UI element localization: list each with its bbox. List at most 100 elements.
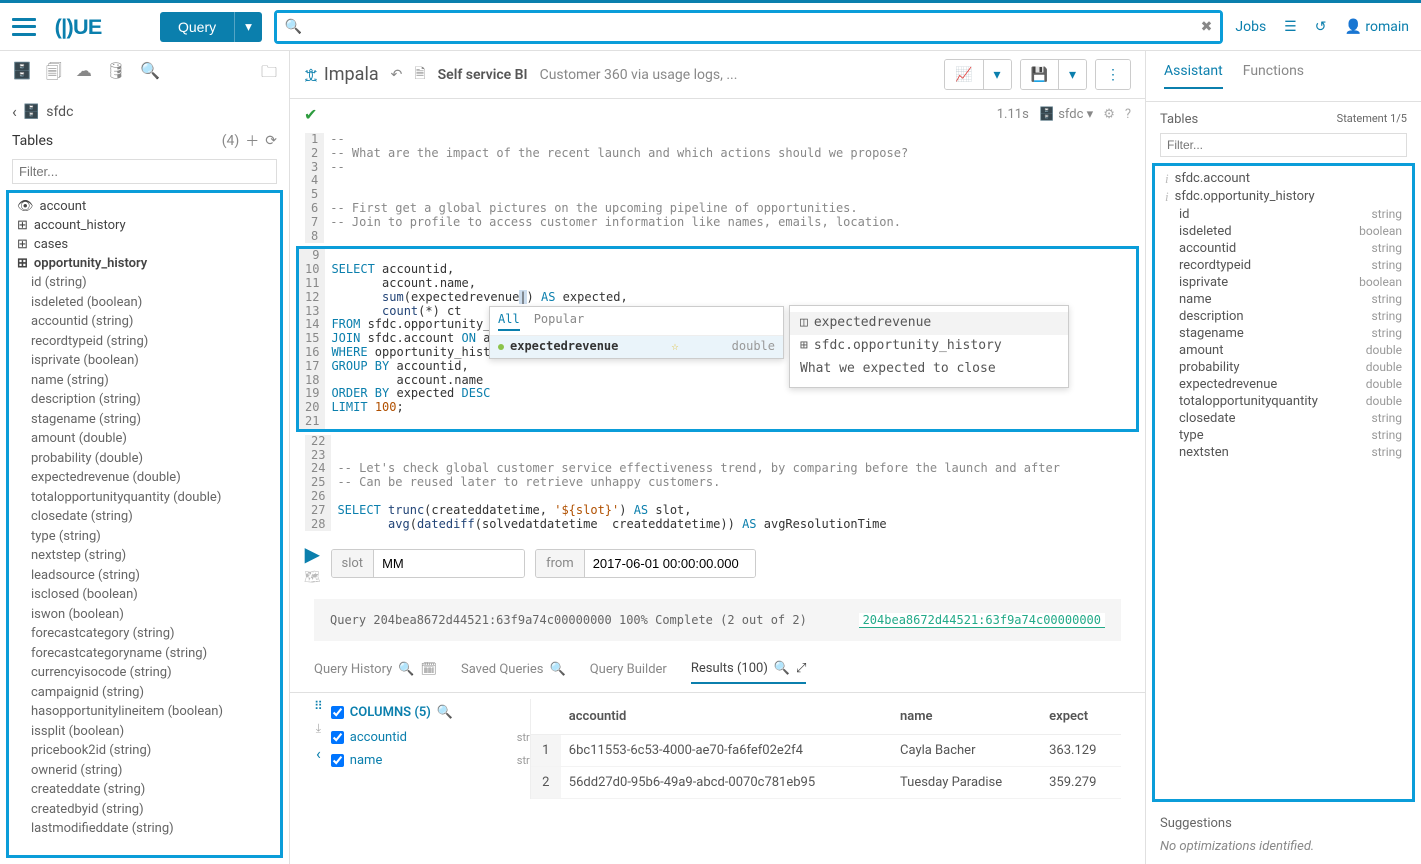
ac-item[interactable]: expectedrevenue ☆ double	[490, 336, 783, 358]
assist-column[interactable]: isdeletedboolean	[1161, 223, 1406, 240]
help-icon[interactable]: ?	[1125, 107, 1131, 122]
column-item[interactable]: iswon (boolean)	[13, 605, 276, 625]
column-item[interactable]: forecastcategoryname (string)	[13, 644, 276, 664]
column-item[interactable]: leadsource (string)	[13, 566, 276, 586]
assist-column[interactable]: recordtypeidstring	[1161, 257, 1406, 274]
column-item[interactable]: description (string)	[13, 390, 276, 410]
add-table-icon[interactable]: ＋	[245, 131, 259, 151]
table-item[interactable]: ⊞ opportunity_history	[13, 254, 276, 273]
assist-column[interactable]: stagenamestring	[1161, 325, 1406, 342]
assist-column[interactable]: idstring	[1161, 206, 1406, 223]
files-icon[interactable]: 🗐	[46, 61, 62, 88]
table-item[interactable]: 👁 account	[13, 197, 276, 216]
assist-column[interactable]: probabilitydouble	[1161, 359, 1406, 376]
grid-view-icon[interactable]: ⠿	[314, 699, 323, 713]
settings-icon[interactable]: ⚙	[1103, 107, 1115, 122]
column-item[interactable]: ownerid (string)	[13, 761, 276, 781]
column-item[interactable]: probability (double)	[13, 449, 276, 469]
column-item[interactable]: isdeleted (boolean)	[13, 293, 276, 313]
tab-assistant[interactable]: Assistant	[1164, 63, 1223, 89]
query-button[interactable]: Query	[160, 12, 234, 42]
column-checkbox[interactable]	[331, 754, 344, 767]
sql-editor-top[interactable]: 12345678---- What are the impact of the …	[302, 130, 1133, 246]
assist-column[interactable]: expectedrevenuedouble	[1161, 376, 1406, 393]
tab-query-history[interactable]: Query History 🔍 🗓	[314, 656, 437, 683]
column-item[interactable]: stagename (string)	[13, 410, 276, 430]
th-expected[interactable]: expect	[1041, 699, 1121, 735]
column-item[interactable]: createddate (string)	[13, 780, 276, 800]
th-name[interactable]: name	[892, 699, 1041, 735]
table-row[interactable]: 2 56dd27d0-95b6-49a9-abcd-0070c781eb95 T…	[531, 767, 1121, 799]
column-item[interactable]: recordtypeid (string)	[13, 332, 276, 352]
tab-saved-queries[interactable]: Saved Queries 🔍	[461, 656, 566, 683]
chart-caret[interactable]: ▾	[983, 60, 1011, 89]
db-icon[interactable]: 🗄️	[12, 61, 32, 88]
column-item[interactable]: hasopportunitylineitem (boolean)	[13, 702, 276, 722]
table-row[interactable]: 1 6bc11553-6c53-4000-ae70-fa6fef02e2f4 C…	[531, 735, 1121, 767]
download-icon[interactable]: ⤓	[316, 721, 321, 736]
assist-column[interactable]: typestring	[1161, 427, 1406, 444]
execute-button[interactable]: ▶	[305, 542, 320, 566]
query-dropdown-caret[interactable]: ▾	[234, 12, 262, 42]
column-item[interactable]: issplit (boolean)	[13, 722, 276, 742]
column-item[interactable]: forecastcategory (string)	[13, 624, 276, 644]
menu-toggle-icon[interactable]	[12, 18, 36, 36]
search-assist-icon[interactable]: 🔍	[140, 61, 160, 88]
save-caret[interactable]: ▾	[1058, 60, 1086, 89]
column-item[interactable]: amount (double)	[13, 429, 276, 449]
column-item[interactable]: pricebook2id (string)	[13, 741, 276, 761]
hdfs-icon[interactable]: ☁	[76, 61, 92, 88]
search-icon[interactable]: 🔍	[437, 705, 453, 720]
assist-column[interactable]: nextstenstring	[1161, 444, 1406, 461]
chart-button[interactable]: 📈	[945, 60, 982, 89]
from-input[interactable]	[585, 550, 755, 577]
column-item[interactable]: campaignid (string)	[13, 683, 276, 703]
column-item[interactable]: isclosed (boolean)	[13, 585, 276, 605]
table-item[interactable]: ⊞ account_history	[13, 216, 276, 235]
hue-logo[interactable]: (|)UE	[48, 14, 148, 40]
column-item[interactable]: lastmodifieddate (string)	[13, 819, 276, 839]
column-item[interactable]: closedate (string)	[13, 507, 276, 527]
th-accountid[interactable]: accountid	[561, 699, 892, 735]
ac-tab-popular[interactable]: Popular	[534, 311, 585, 331]
collections-icon[interactable]: 🗀	[261, 61, 277, 88]
columns-checkall[interactable]	[331, 706, 344, 719]
storage-icon[interactable]: 🛢	[106, 61, 126, 88]
refresh-tables-icon[interactable]: ⟳	[265, 133, 277, 149]
doc-title[interactable]: Self service BI	[438, 67, 528, 83]
query-id-link[interactable]: 204bea8672d44521:63f9a74c00000000	[859, 613, 1105, 628]
doc-icon[interactable]: 🗎	[414, 63, 425, 87]
jobs-link[interactable]: Jobs	[1235, 19, 1266, 35]
assist-table[interactable]: isfdc.account	[1161, 170, 1406, 188]
column-row[interactable]: accountidstr	[331, 726, 530, 749]
jobs-list-icon[interactable]: ☰	[1284, 19, 1297, 35]
column-item[interactable]: isprivate (boolean)	[13, 351, 276, 371]
collapse-icon[interactable]: ‹	[316, 744, 321, 763]
history-icon[interactable]: ↺	[1315, 19, 1327, 35]
tab-functions[interactable]: Functions	[1243, 63, 1304, 89]
column-item[interactable]: createdbyid (string)	[13, 800, 276, 820]
column-item[interactable]: currencyisocode (string)	[13, 663, 276, 683]
ac-tab-all[interactable]: All	[498, 311, 520, 331]
back-icon[interactable]: ‹	[12, 102, 17, 121]
more-button[interactable]: ⋮	[1096, 60, 1130, 89]
save-button[interactable]: 💾	[1021, 60, 1058, 89]
search-input[interactable]	[277, 13, 1221, 41]
assist-column[interactable]: namestring	[1161, 291, 1406, 308]
sql-editor-bottom[interactable]: 22232425262728-- Let's check global cust…	[302, 432, 1133, 535]
tab-results[interactable]: Results (100) 🔍 ⤢	[691, 655, 807, 684]
column-row[interactable]: namestr	[331, 749, 530, 772]
undo-icon[interactable]: ↶	[391, 67, 403, 83]
clear-search-icon[interactable]: ✖	[1201, 19, 1213, 35]
column-item[interactable]: expectedrevenue (double)	[13, 468, 276, 488]
tab-query-builder[interactable]: Query Builder	[590, 656, 667, 683]
assist-column[interactable]: closedatestring	[1161, 410, 1406, 427]
db-name[interactable]: sfdc	[46, 104, 73, 120]
assist-column[interactable]: totalopportunityquantitydouble	[1161, 393, 1406, 410]
assist-table[interactable]: isfdc.opportunity_history	[1161, 188, 1406, 206]
db-selector[interactable]: 🗄️ sfdc ▾	[1039, 107, 1093, 122]
table-item[interactable]: ⊞ cases	[13, 235, 276, 254]
column-item[interactable]: nextstep (string)	[13, 546, 276, 566]
tables-filter-input[interactable]	[12, 159, 277, 184]
column-item[interactable]: totalopportunityquantity (double)	[13, 488, 276, 508]
